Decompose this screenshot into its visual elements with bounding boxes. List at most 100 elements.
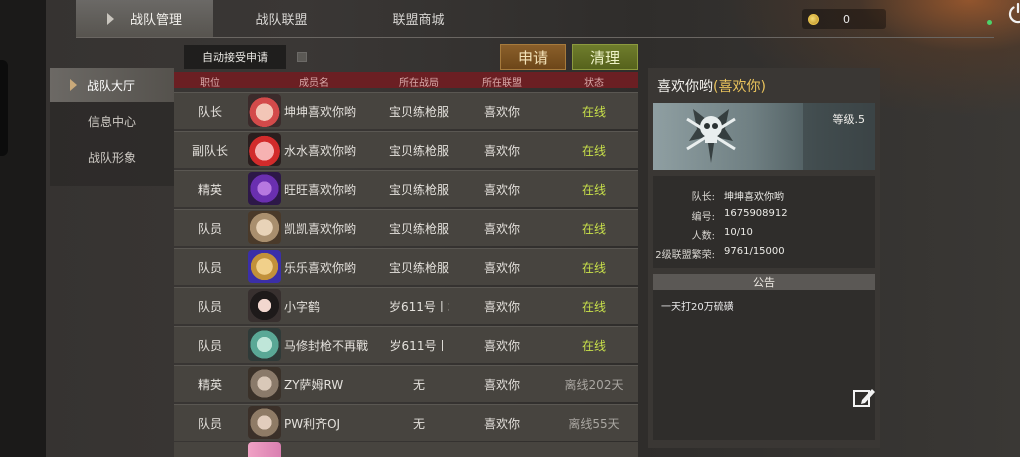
power-icon[interactable] bbox=[1006, 1, 1020, 25]
header-status: 状态 bbox=[584, 78, 604, 89]
table-row[interactable]: 精英 ZY萨姆RW 无 喜欢你 离线202天 bbox=[174, 365, 638, 402]
info-key: 人数: bbox=[691, 231, 715, 242]
team-info-panel: 喜欢你哟(喜欢你) 等级.5 队长: 坤坤喜欢你哟 编号: 1675908912… bbox=[648, 68, 880, 448]
member-status: 离线202天 bbox=[564, 378, 624, 392]
tab-label: 战队联盟 bbox=[255, 13, 308, 28]
member-match: 宝贝练枪服 bbox=[388, 105, 449, 119]
member-name: 凯凯喜欢你哟 bbox=[284, 222, 357, 236]
member-role: 队员 bbox=[197, 339, 222, 353]
table-row[interactable]: 队员 PW利齐OJ 无 喜欢你 离线55天 bbox=[174, 404, 638, 441]
table-row[interactable]: 队员 凯凯喜欢你哟 宝贝练枪服 喜欢你 在线 bbox=[174, 209, 638, 246]
coin-counter: 0 bbox=[802, 9, 886, 29]
member-match: 宝贝练枪服 bbox=[388, 144, 449, 158]
sidebar: 战队大厅 信息中心 战队形象 bbox=[50, 68, 174, 186]
info-key: 2级联盟繁荣: bbox=[655, 250, 715, 261]
table-row-partial[interactable] bbox=[174, 442, 638, 457]
info-key: 编号: bbox=[691, 212, 715, 223]
member-alliance: 喜欢你 bbox=[483, 378, 520, 392]
member-role: 队员 bbox=[197, 261, 222, 275]
avatar[interactable] bbox=[248, 172, 281, 205]
table-row[interactable]: 队员 乐乐喜欢你哟 宝贝练枪服 喜欢你 在线 bbox=[174, 248, 638, 285]
edit-icon[interactable] bbox=[852, 386, 876, 408]
avatar[interactable] bbox=[248, 133, 281, 166]
avatar[interactable] bbox=[248, 94, 281, 127]
table-row[interactable]: 队员 马修封枪不再戰 岁611号丨 喜欢你 在线 bbox=[174, 326, 638, 363]
sidebar-item-label: 信息中心 bbox=[88, 114, 137, 129]
team-level: 等级.5 bbox=[832, 113, 866, 126]
member-status: 在线 bbox=[581, 261, 606, 275]
member-name: PW利齐OJ bbox=[284, 417, 341, 431]
info-value: 坤坤喜欢你哟 bbox=[724, 192, 784, 203]
triangle-icon bbox=[106, 12, 114, 25]
team-name: 喜欢你哟 bbox=[657, 79, 713, 95]
tab-team-alliance[interactable]: 战队联盟 bbox=[213, 0, 350, 37]
team-info-list: 队长: 坤坤喜欢你哟 编号: 1675908912 人数: 10/10 2级联盟… bbox=[653, 176, 875, 268]
auto-accept-checkbox[interactable] bbox=[297, 52, 307, 62]
sidebar-item-info-center[interactable]: 信息中心 bbox=[50, 104, 174, 138]
triangle-icon bbox=[70, 79, 77, 91]
member-role: 精英 bbox=[197, 378, 222, 392]
member-status: 在线 bbox=[581, 144, 606, 158]
header-match: 所在战局 bbox=[399, 78, 439, 89]
member-match: 无 bbox=[412, 378, 425, 392]
header-name: 成员名 bbox=[299, 78, 329, 89]
sidebar-item-team-image[interactable]: 战队形象 bbox=[50, 140, 174, 174]
avatar[interactable] bbox=[248, 211, 281, 244]
member-status: 在线 bbox=[581, 105, 606, 119]
table-row[interactable]: 副队长 水水喜欢你哟 宝贝练枪服 喜欢你 在线 bbox=[174, 131, 638, 168]
table-row[interactable]: 精英 旺旺喜欢你哟 宝贝练枪服 喜欢你 在线 bbox=[174, 170, 638, 207]
header-role: 职位 bbox=[200, 78, 220, 89]
member-name: 乐乐喜欢你哟 bbox=[284, 261, 357, 275]
team-banner: 等级.5 bbox=[653, 103, 875, 170]
member-match: 宝贝练枪服 bbox=[388, 261, 449, 275]
member-match: 宝贝练枪服 bbox=[388, 222, 449, 236]
status-dot bbox=[987, 20, 992, 25]
sidebar-item-label: 战队大厅 bbox=[87, 78, 136, 93]
member-name: 坤坤喜欢你哟 bbox=[284, 105, 357, 119]
tab-alliance-shop[interactable]: 联盟商城 bbox=[350, 0, 487, 37]
table-row[interactable]: 队员 小字鹤 岁611号丨才 喜欢你 在线 bbox=[174, 287, 638, 324]
member-status: 在线 bbox=[581, 339, 606, 353]
member-alliance: 喜欢你 bbox=[483, 183, 520, 197]
avatar[interactable] bbox=[248, 406, 281, 439]
info-value: 1675908912 bbox=[724, 208, 788, 219]
member-alliance: 喜欢你 bbox=[483, 339, 520, 353]
sidebar-item-label: 战队形象 bbox=[88, 150, 137, 165]
member-match: 岁611号丨 bbox=[389, 339, 449, 353]
member-alliance: 喜欢你 bbox=[483, 417, 520, 431]
member-alliance: 喜欢你 bbox=[483, 300, 520, 314]
avatar[interactable] bbox=[248, 328, 281, 361]
member-name: 小字鹤 bbox=[284, 300, 321, 314]
table-row[interactable]: 队长 坤坤喜欢你哟 宝贝练枪服 喜欢你 在线 bbox=[174, 92, 638, 129]
clean-button[interactable]: 清理 bbox=[572, 44, 638, 70]
apply-button[interactable]: 申请 bbox=[500, 44, 566, 70]
member-status: 在线 bbox=[581, 183, 606, 197]
team-title: 喜欢你哟(喜欢你) bbox=[657, 76, 766, 96]
tab-team-management[interactable]: 战队管理 bbox=[76, 0, 213, 37]
member-alliance: 喜欢你 bbox=[483, 105, 520, 119]
top-tab-bar: 战队管理 战队联盟 联盟商城 0 bbox=[76, 0, 1020, 38]
info-value: 9761/15000 bbox=[724, 246, 785, 257]
member-match: 宝贝练枪服 bbox=[388, 183, 449, 197]
member-name: 水水喜欢你哟 bbox=[284, 144, 357, 158]
device-edge bbox=[0, 60, 8, 156]
member-name: 旺旺喜欢你哟 bbox=[284, 183, 357, 197]
team-alliance-tag: (喜欢你) bbox=[713, 79, 766, 95]
auto-accept-label: 自动接受申请 bbox=[184, 45, 286, 69]
header-alliance: 所在联盟 bbox=[482, 78, 522, 89]
member-alliance: 喜欢你 bbox=[483, 222, 520, 236]
notice-title: 公告 bbox=[653, 274, 875, 290]
member-status: 在线 bbox=[581, 300, 606, 314]
avatar[interactable] bbox=[248, 367, 281, 400]
avatar[interactable] bbox=[248, 289, 281, 322]
notice-body: 一天打20万硫磺 bbox=[653, 290, 875, 440]
member-role: 队员 bbox=[197, 300, 222, 314]
info-value: 10/10 bbox=[724, 227, 753, 238]
member-role: 队员 bbox=[197, 222, 222, 236]
member-role: 精英 bbox=[197, 183, 222, 197]
member-table-header: 职位 成员名 所在战局 所在联盟 状态 bbox=[174, 72, 638, 89]
member-alliance: 喜欢你 bbox=[483, 261, 520, 275]
avatar[interactable] bbox=[248, 250, 281, 283]
member-name: 马修封枪不再戰 bbox=[284, 339, 369, 353]
sidebar-item-team-hall[interactable]: 战队大厅 bbox=[50, 68, 174, 102]
